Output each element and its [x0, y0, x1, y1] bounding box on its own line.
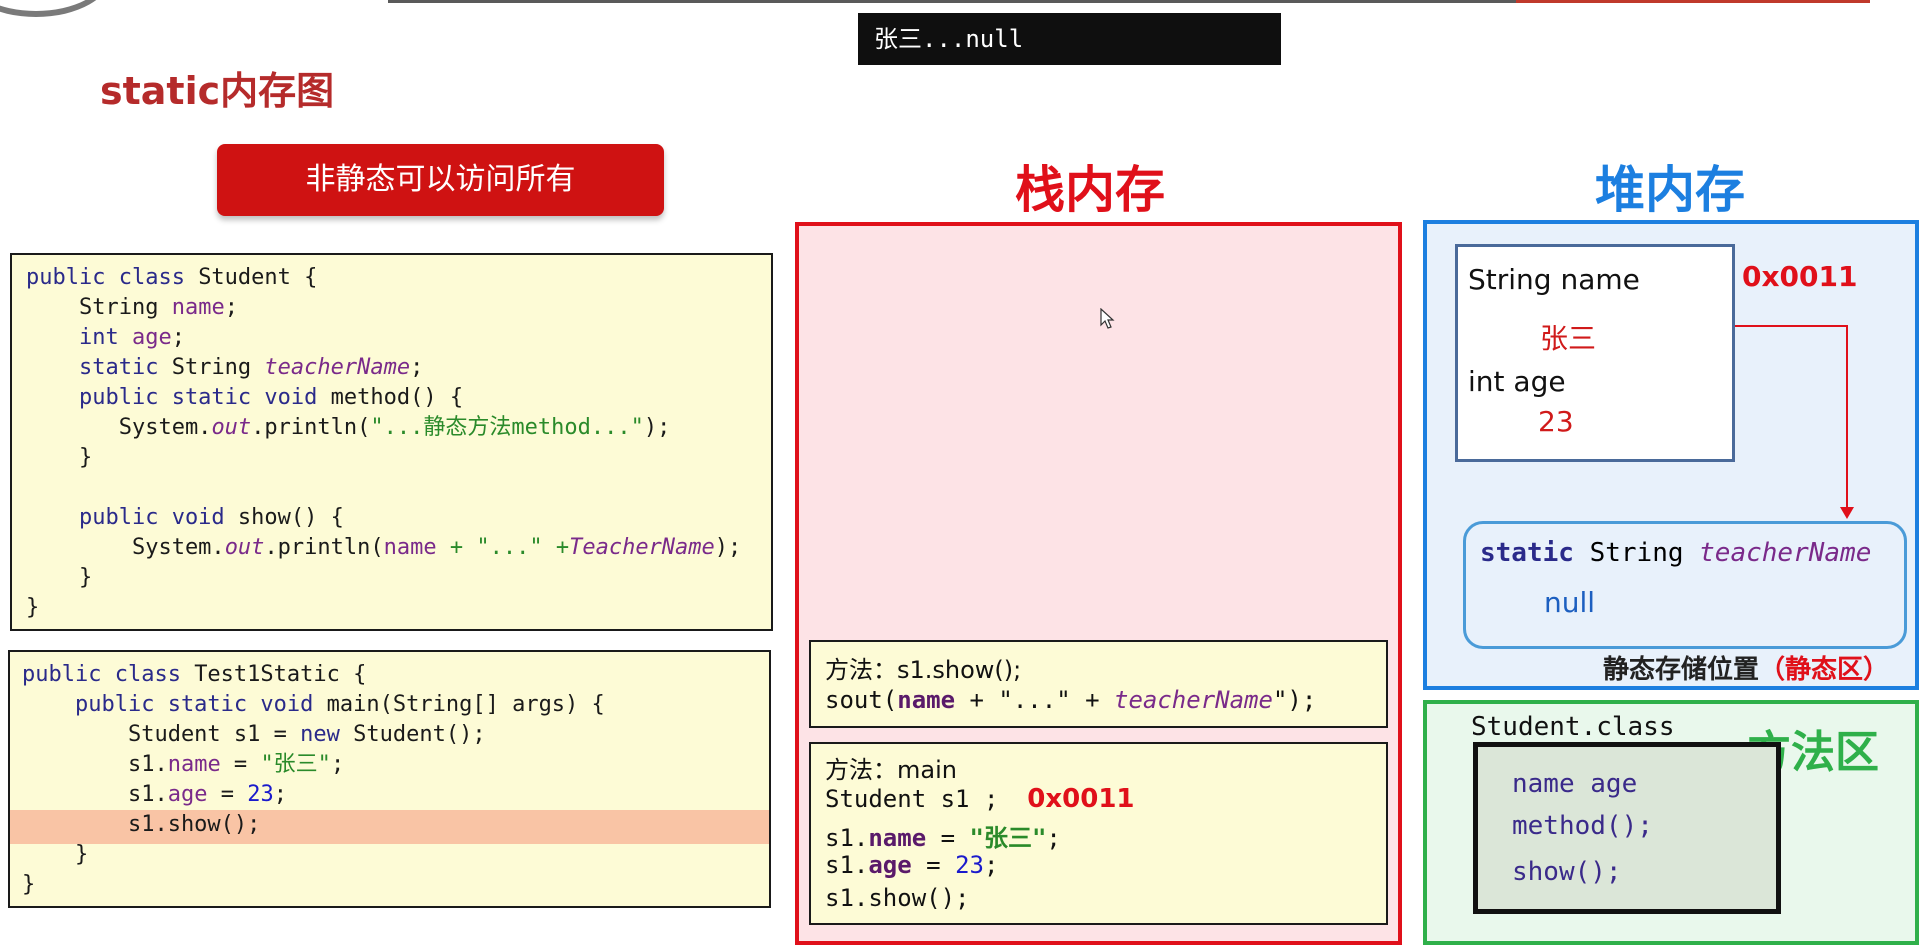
class-member: method(); — [1512, 811, 1653, 841]
frame-line-declare: Student s1 ; 0x0011 — [825, 784, 1135, 814]
frame-label: 方法：s1.show(); — [825, 656, 1022, 684]
student-object: String name 张三 int age 23 — [1455, 244, 1735, 462]
code-line: public static void method() { — [26, 385, 464, 410]
code-line: s1.age = 23; — [22, 782, 287, 807]
field-age-value: 23 — [1538, 405, 1574, 438]
stack-memory: 方法：s1.show(); sout(name + "..." + teache… — [795, 222, 1402, 945]
code-line: public static void main(String[] args) { — [22, 692, 605, 717]
field-name-label: String name — [1468, 263, 1640, 296]
code-line: s1.show(); — [22, 812, 261, 837]
rule-badge: 非静态可以访问所有 — [217, 144, 664, 216]
stack-title: 栈内存 — [1015, 161, 1165, 219]
class-member: show(); — [1512, 857, 1622, 887]
code-line: s1.name = "张三"; — [22, 752, 345, 777]
field-name-value: 张三 — [1540, 322, 1597, 355]
static-area-label: 静态存储位置（静态区） — [1603, 655, 1890, 685]
console-output: 张三...null — [858, 13, 1281, 65]
reference-arrow — [1735, 325, 1848, 327]
code-line: } — [22, 872, 36, 897]
student-class-code: public class Student { String name; int … — [10, 253, 773, 631]
code-line: static String teacherName; — [26, 355, 424, 380]
class-name: Student.class — [1471, 712, 1675, 742]
show-frame: 方法：s1.show(); sout(name + "..." + teache… — [809, 640, 1388, 728]
logo-badge — [0, 0, 112, 17]
frame-code: sout(name + "..." + teacherName"); — [825, 686, 1317, 714]
reference-arrow — [1846, 325, 1848, 511]
code-line: public void show() { — [26, 505, 344, 530]
field-age-label: int age — [1468, 365, 1566, 398]
top-divider-accent — [1516, 0, 1870, 3]
static-field-declaration: static String teacherName — [1480, 538, 1872, 568]
static-field-box: static String teacherName null — [1463, 521, 1907, 649]
class-member: name age — [1512, 769, 1638, 799]
frame-line-name: s1.name = "张三"; — [825, 824, 1061, 852]
test-class-code: public class Test1Static { public static… — [8, 650, 771, 908]
arrow-head-icon — [1840, 507, 1854, 519]
method-area: 方法区 Student.class name age method(); sho… — [1423, 700, 1919, 945]
class-members-box: name age method(); show(); — [1473, 742, 1781, 914]
static-field-value: null — [1544, 586, 1596, 619]
code-line: } — [22, 842, 89, 867]
code-line: } — [26, 565, 93, 590]
code-line: int age; — [26, 325, 185, 350]
code-line: } — [26, 595, 40, 620]
code-line: } — [26, 445, 93, 470]
code-line: System.out.println("...静态方法method..."); — [26, 415, 671, 440]
slide-title: static内存图 — [100, 69, 335, 113]
mouse-cursor-icon — [1100, 308, 1115, 329]
main-frame: 方法：main Student s1 ; 0x0011 s1.name = "张… — [809, 742, 1388, 925]
code-line: System.out.println(name + "..." +Teacher… — [26, 535, 742, 560]
heap-title: 堆内存 — [1595, 161, 1745, 219]
heap-memory: String name 张三 int age 23 0x0011 static … — [1423, 220, 1919, 690]
code-line: String name; — [26, 295, 238, 320]
code-line: public class Student { — [26, 265, 318, 290]
frame-line-show: s1.show(); — [825, 884, 970, 912]
code-line: Student s1 = new Student(); — [22, 722, 486, 747]
object-address: 0x0011 — [1742, 260, 1858, 293]
code-line: public class Test1Static { — [22, 662, 367, 687]
frame-line-age: s1.age = 23; — [825, 851, 999, 879]
frame-label: 方法：main — [825, 756, 957, 784]
